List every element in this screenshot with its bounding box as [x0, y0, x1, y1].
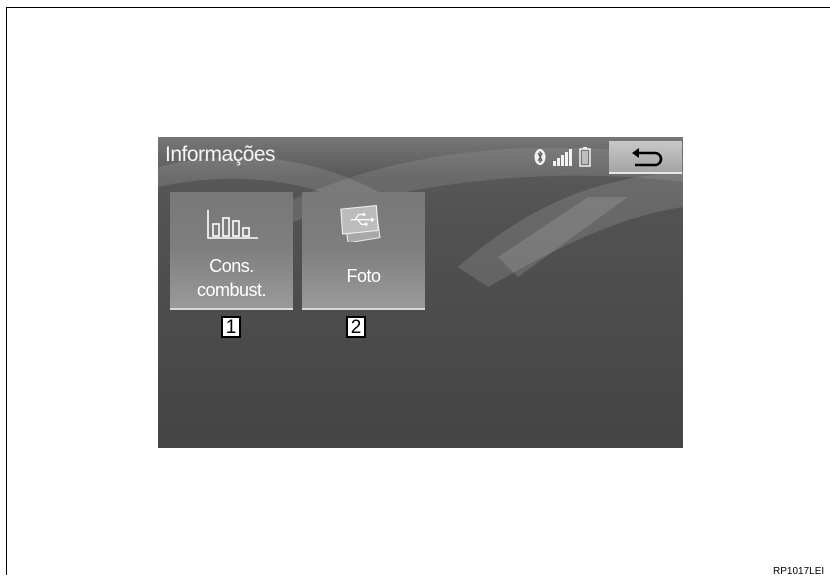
battery-icon: [579, 147, 591, 167]
fuel-label-line-2: combust.: [196, 280, 267, 300]
fuel-consumption-button[interactable]: Cons. combust.: [170, 192, 293, 310]
photo-button[interactable]: Foto: [302, 192, 425, 310]
photo-label-line-1: Foto: [346, 266, 381, 286]
status-bar: [534, 146, 602, 168]
back-arrow-icon: [632, 148, 663, 167]
usb-photo-icon: [340, 204, 381, 242]
back-button[interactable]: [609, 141, 682, 174]
bluetooth-icon: [534, 149, 546, 165]
bar-chart-icon: [207, 210, 258, 239]
fuel-label-line-1: Cons.: [209, 256, 254, 276]
signal-strength-icon: [553, 149, 572, 166]
callout-1: 1: [221, 316, 241, 338]
callout-2: 2: [346, 316, 366, 338]
photo-label: Foto: [302, 264, 425, 288]
figure-caption: RP1017LEI: [773, 566, 825, 577]
fuel-consumption-label: Cons. combust.: [170, 254, 293, 302]
info-screen: Informações Cons. combust. Foto: [158, 137, 683, 448]
screen-title: Informações: [165, 143, 276, 166]
